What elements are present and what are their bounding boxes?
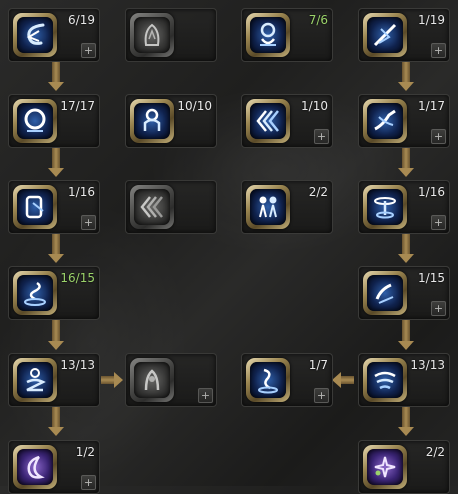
ring-target-icon[interactable] <box>13 99 57 143</box>
level-up-button[interactable]: + <box>314 129 329 144</box>
skill-level: 16/15 <box>60 271 95 285</box>
skill-level: 1/17 <box>418 99 445 113</box>
level-up-button[interactable]: + <box>431 301 446 316</box>
connector-arrow <box>398 233 414 263</box>
totem-icon[interactable] <box>130 99 174 143</box>
skill-slot[interactable]: 16/15 <box>8 266 100 320</box>
skill-slot-locked[interactable] <box>125 180 217 234</box>
spirit-orb-icon[interactable] <box>246 13 290 57</box>
skill-level: 1/15 <box>418 271 445 285</box>
skill-level: 1/16 <box>418 185 445 199</box>
connector-arrow <box>101 372 123 388</box>
skill-slot[interactable]: 17/17 <box>8 94 100 148</box>
skill-level: 2/2 <box>425 445 445 459</box>
level-up-button[interactable]: + <box>198 388 213 403</box>
skill-slot[interactable]: 7/6 <box>241 8 333 62</box>
skill-slot[interactable]: 10/10 <box>125 94 217 148</box>
skill-level: 6/19 <box>68 13 95 27</box>
skill-slot[interactable]: 1/17 + <box>358 94 450 148</box>
connector-arrow <box>48 61 64 91</box>
skill-level: 13/13 <box>60 358 95 372</box>
skill-slot[interactable]: 1/19 + <box>358 8 450 62</box>
skill-slot[interactable]: 2/2 <box>241 180 333 234</box>
skill-level: 17/17 <box>60 99 95 113</box>
skill-slot[interactable]: 1/15 + <box>358 266 450 320</box>
skill-slot[interactable]: 13/13 <box>358 353 450 407</box>
level-up-button[interactable]: + <box>81 475 96 490</box>
skill-slot[interactable]: 1/7 + <box>241 353 333 407</box>
skill-level: 10/10 <box>177 99 212 113</box>
skill-level: 1/2 <box>75 445 95 459</box>
skill-level: 1/10 <box>301 99 328 113</box>
dash-strike-icon[interactable] <box>363 13 407 57</box>
connector-arrow <box>48 320 64 350</box>
guardian-icon[interactable] <box>13 185 57 229</box>
level-up-button[interactable]: + <box>431 43 446 58</box>
shadow-figure-icon[interactable] <box>130 13 174 57</box>
slash-wave-icon[interactable] <box>363 99 407 143</box>
spin-vortex-icon[interactable] <box>363 185 407 229</box>
triple-chevron-icon[interactable] <box>246 99 290 143</box>
skill-level: 1/19 <box>418 13 445 27</box>
connector-arrow <box>398 320 414 350</box>
triple-chevron-icon[interactable] <box>130 185 174 229</box>
skill-tree: 6/19 + 7/6 1/19 + 17/17 10/10 1/10 + 1/1… <box>0 0 458 494</box>
skill-slot[interactable]: 13/13 <box>8 353 100 407</box>
level-up-button[interactable]: + <box>81 43 96 58</box>
skill-slot-locked[interactable] <box>125 8 217 62</box>
connector-arrow <box>48 233 64 263</box>
connector-arrow <box>332 372 354 388</box>
skill-slot[interactable]: 1/16 + <box>8 180 100 234</box>
connector-arrow <box>48 147 64 177</box>
skill-level: 2/2 <box>308 185 328 199</box>
connector-arrow <box>398 147 414 177</box>
skill-slot-locked[interactable]: + <box>125 353 217 407</box>
coiled-spirit-icon[interactable] <box>13 358 57 402</box>
whirlwind-icon[interactable] <box>363 358 407 402</box>
level-up-button[interactable]: + <box>431 129 446 144</box>
summon-spirit-icon[interactable] <box>246 358 290 402</box>
skill-slot[interactable]: 1/10 + <box>241 94 333 148</box>
skill-slot[interactable]: 1/16 + <box>358 180 450 234</box>
sparkle-star-icon[interactable] <box>363 445 407 489</box>
skill-level: 1/16 <box>68 185 95 199</box>
level-up-button[interactable]: + <box>314 388 329 403</box>
level-up-button[interactable]: + <box>81 215 96 230</box>
fist-strike-icon[interactable] <box>363 271 407 315</box>
skill-level: 13/13 <box>410 358 445 372</box>
connector-arrow <box>398 406 414 436</box>
genie-smoke-icon[interactable] <box>13 271 57 315</box>
hooded-figure-icon[interactable] <box>130 358 174 402</box>
connector-arrow <box>48 406 64 436</box>
connector-arrow <box>398 61 414 91</box>
skill-level: 1/7 <box>308 358 328 372</box>
level-up-button[interactable]: + <box>431 215 446 230</box>
twin-figures-icon[interactable] <box>246 185 290 229</box>
skill-slot[interactable]: 6/19 + <box>8 8 100 62</box>
crescent-moon-icon[interactable] <box>13 445 57 489</box>
skill-level: 7/6 <box>308 13 328 27</box>
swirl-wind-icon[interactable] <box>13 13 57 57</box>
